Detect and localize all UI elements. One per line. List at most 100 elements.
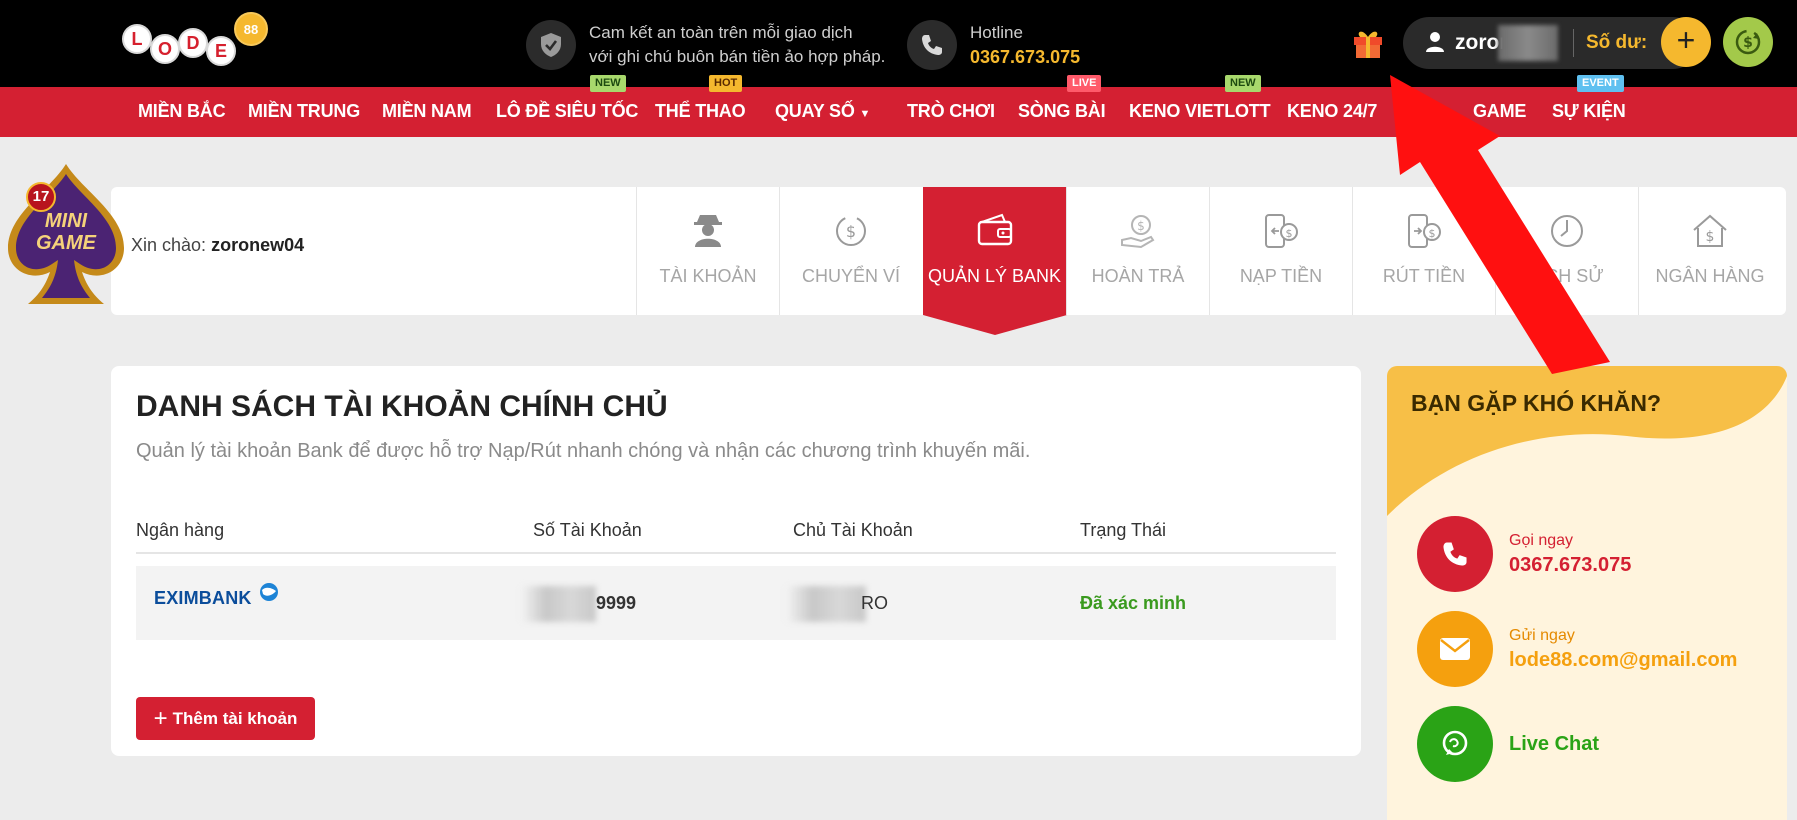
- divider: [1573, 29, 1574, 57]
- status-badge: Đã xác minh: [1080, 593, 1187, 613]
- logo-ball-d: D: [178, 28, 208, 58]
- support-live-chat[interactable]: Live Chat: [1417, 706, 1599, 782]
- mini-game-widget[interactable]: 17 MINI GAME: [0, 160, 140, 310]
- support-call[interactable]: Gọi ngay 0367.673.075: [1417, 516, 1631, 592]
- mini-game-count: 17: [26, 182, 56, 212]
- nav-mien-nam[interactable]: MIỀN NAM: [382, 101, 472, 122]
- bank-house-icon: $: [1691, 212, 1729, 255]
- support-title: BẠN GẶP KHÓ KHĂN?: [1411, 390, 1662, 416]
- mail-label: Gửi ngay: [1509, 626, 1575, 644]
- svg-text:$: $: [1743, 35, 1753, 51]
- balance-label: Số dư:: [1586, 32, 1648, 53]
- add-account-button[interactable]: + Thêm tài khoản: [136, 697, 315, 740]
- tab-lich-su[interactable]: LỊCH SỬ: [1495, 187, 1638, 315]
- table-row[interactable]: EXIMBANK 9999 RO Đã xác minh: [136, 566, 1336, 640]
- call-number[interactable]: 0367.673.075: [1509, 554, 1631, 577]
- tab-hoan-tra-label: HOÀN TRẢ: [1091, 266, 1185, 286]
- tab-chuyen-vi[interactable]: $ CHUYỂN VÍ: [779, 187, 922, 315]
- nav-song-bai[interactable]: SÒNG BÀI: [1018, 101, 1106, 122]
- wallet-icon: [976, 212, 1014, 253]
- svg-text:$: $: [1429, 227, 1436, 240]
- tab-quan-ly-bank-label: QUẢN LÝ BANK: [927, 266, 1062, 286]
- user-balance-box[interactable]: zoron Số dư:: [1403, 17, 1699, 69]
- live-chat-label: Live Chat: [1509, 732, 1600, 755]
- page-description: Quản lý tài khoản Bank để được hỗ trợ Nạ…: [136, 440, 1031, 462]
- tab-ngan-hang[interactable]: $ NGÂN HÀNG: [1638, 187, 1781, 315]
- gift-icon[interactable]: [1350, 24, 1386, 60]
- nav-the-thao[interactable]: THỂ THAO: [655, 101, 746, 122]
- tab-tai-khoan[interactable]: TÀI KHOẢN: [636, 187, 779, 315]
- active-tab-pointer: [923, 315, 1067, 335]
- account-owner: RO: [861, 593, 888, 613]
- nav-keno-vietlott[interactable]: KENO VIETLOTT: [1129, 101, 1271, 122]
- tab-rut-tien[interactable]: $ RÚT TIỀN: [1352, 187, 1495, 315]
- svg-text:$: $: [846, 222, 856, 241]
- nav-mien-trung[interactable]: MIỀN TRUNG: [248, 101, 360, 122]
- tab-chuyen-vi-label: CHUYỂN VÍ: [801, 266, 900, 286]
- hotline-number[interactable]: 0367.673.075: [970, 45, 1080, 69]
- site-logo[interactable]: L O D E 88: [122, 12, 272, 74]
- transfer-money-icon: $: [832, 212, 870, 255]
- refresh-balance-button[interactable]: $: [1723, 17, 1773, 67]
- col-account-owner: Chủ Tài Khoản: [793, 520, 913, 540]
- plus-icon: +: [153, 704, 168, 732]
- svg-text:$: $: [1137, 219, 1145, 233]
- badge-live: LIVE: [1067, 75, 1102, 92]
- logo-ball-o: O: [150, 34, 180, 64]
- caret-down-icon: ▼: [859, 108, 871, 120]
- support-mail[interactable]: Gửi ngay lode88.com@gmail.com: [1417, 611, 1737, 687]
- mail-icon: [1417, 611, 1493, 687]
- badge-hot: HOT: [709, 75, 743, 92]
- safety-line-2: với ghi chú buôn bán tiền ảo hợp pháp.: [589, 47, 886, 66]
- support-panel: BẠN GẶP KHÓ KHĂN? Gọi ngay 0367.673.075 …: [1387, 366, 1787, 820]
- globe-icon: [260, 583, 278, 601]
- greeting-label: Xin chào:: [131, 235, 207, 255]
- eximbank-logo: EXIMBANK: [154, 583, 278, 609]
- clock-icon: [1548, 212, 1586, 255]
- withdraw-phone-icon: $: [1405, 212, 1443, 255]
- logo-ball-88: 88: [234, 12, 268, 46]
- tab-rut-tien-label: RÚT TIỀN: [1382, 266, 1466, 286]
- badge-new-keno: NEW: [1225, 75, 1261, 92]
- main-nav: MIỀN BẮC MIỀN TRUNG MIỀN NAM LÔ ĐỀ SIÊU …: [0, 87, 1797, 137]
- nav-quay-so[interactable]: QUAY SỐ ▼: [775, 101, 870, 122]
- mail-address[interactable]: lode88.com@gmail.com: [1509, 649, 1737, 672]
- user-icon: [1425, 31, 1445, 58]
- tab-nap-tien-label: NẠP TIỀN: [1239, 266, 1323, 286]
- phone-icon: [907, 20, 957, 70]
- mini-game-line1: MINI: [44, 210, 88, 232]
- refresh-money-icon: $: [1735, 29, 1761, 55]
- hotline-label: Hotline: [970, 23, 1023, 42]
- nav-game[interactable]: GAME: [1473, 101, 1526, 122]
- logo-ball-l: L: [122, 24, 152, 54]
- account-number: 9999: [596, 593, 637, 613]
- user-spy-icon: [691, 212, 725, 253]
- deposit-plus-button[interactable]: +: [1661, 17, 1711, 67]
- tab-hoan-tra[interactable]: $ HOÀN TRẢ: [1066, 187, 1209, 315]
- nav-tro-choi[interactable]: TRÒ CHƠI: [907, 101, 995, 122]
- hotline[interactable]: Hotline 0367.673.075: [907, 20, 1080, 70]
- badge-event: EVENT: [1577, 75, 1624, 92]
- nav-keno-247[interactable]: KENO 24/7: [1287, 101, 1377, 122]
- nav-lo-de-sieu-toc[interactable]: LÔ ĐỀ SIÊU TỐC: [496, 101, 638, 122]
- shield-icon: [526, 20, 576, 70]
- col-account-number: Số Tài Khoản: [533, 520, 642, 540]
- safety-line-1: Cam kết an toàn trên mỗi giao dịch: [589, 23, 853, 42]
- mini-game-label: MINI GAME: [0, 210, 132, 254]
- nav-mien-bac[interactable]: MIỀN BẮC: [138, 101, 226, 122]
- col-status: Trạng Thái: [1080, 520, 1167, 540]
- svg-text:$: $: [1706, 229, 1715, 245]
- tab-tai-khoan-label: TÀI KHOẢN: [659, 266, 757, 286]
- tab-ngan-hang-label: NGÂN HÀNG: [1655, 266, 1765, 286]
- call-label: Gọi ngay: [1509, 531, 1574, 549]
- tab-nap-tien[interactable]: $ NẠP TIỀN: [1209, 187, 1352, 315]
- cashback-icon: $: [1119, 212, 1157, 255]
- bank-accounts-card: DANH SÁCH TÀI KHOẢN CHÍNH CHỦ Quản lý tà…: [111, 366, 1361, 756]
- nav-quay-so-label: QUAY SỐ: [775, 101, 855, 121]
- owner-redaction: [786, 586, 866, 622]
- badge-new: NEW: [590, 75, 626, 92]
- nav-su-kien[interactable]: SỰ KIỆN: [1552, 101, 1626, 122]
- tab-quan-ly-bank[interactable]: QUẢN LÝ BANK: [923, 187, 1066, 315]
- username-redaction: [1498, 25, 1558, 61]
- bank-name: EXIMBANK: [154, 588, 252, 608]
